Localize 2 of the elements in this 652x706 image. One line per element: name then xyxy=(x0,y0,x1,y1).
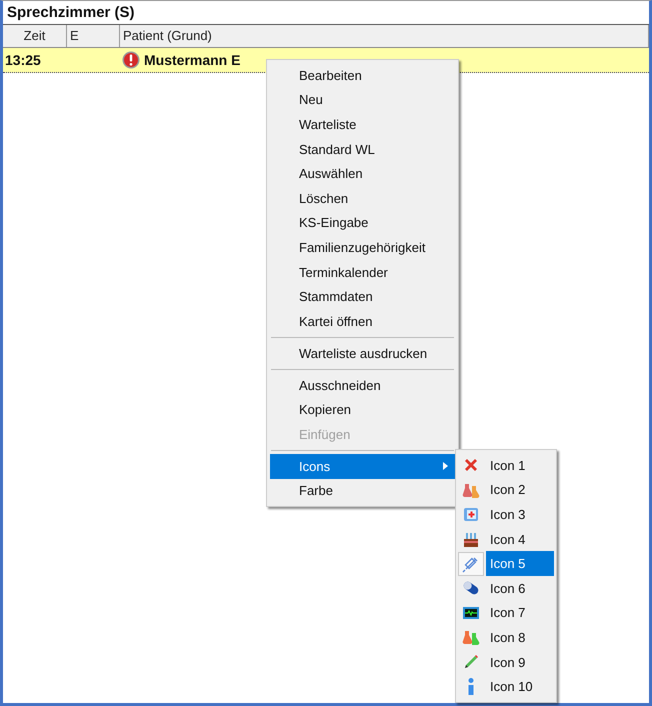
patient-cell: Mustermann E xyxy=(144,52,240,68)
time-cell: 13:25 xyxy=(5,52,41,68)
